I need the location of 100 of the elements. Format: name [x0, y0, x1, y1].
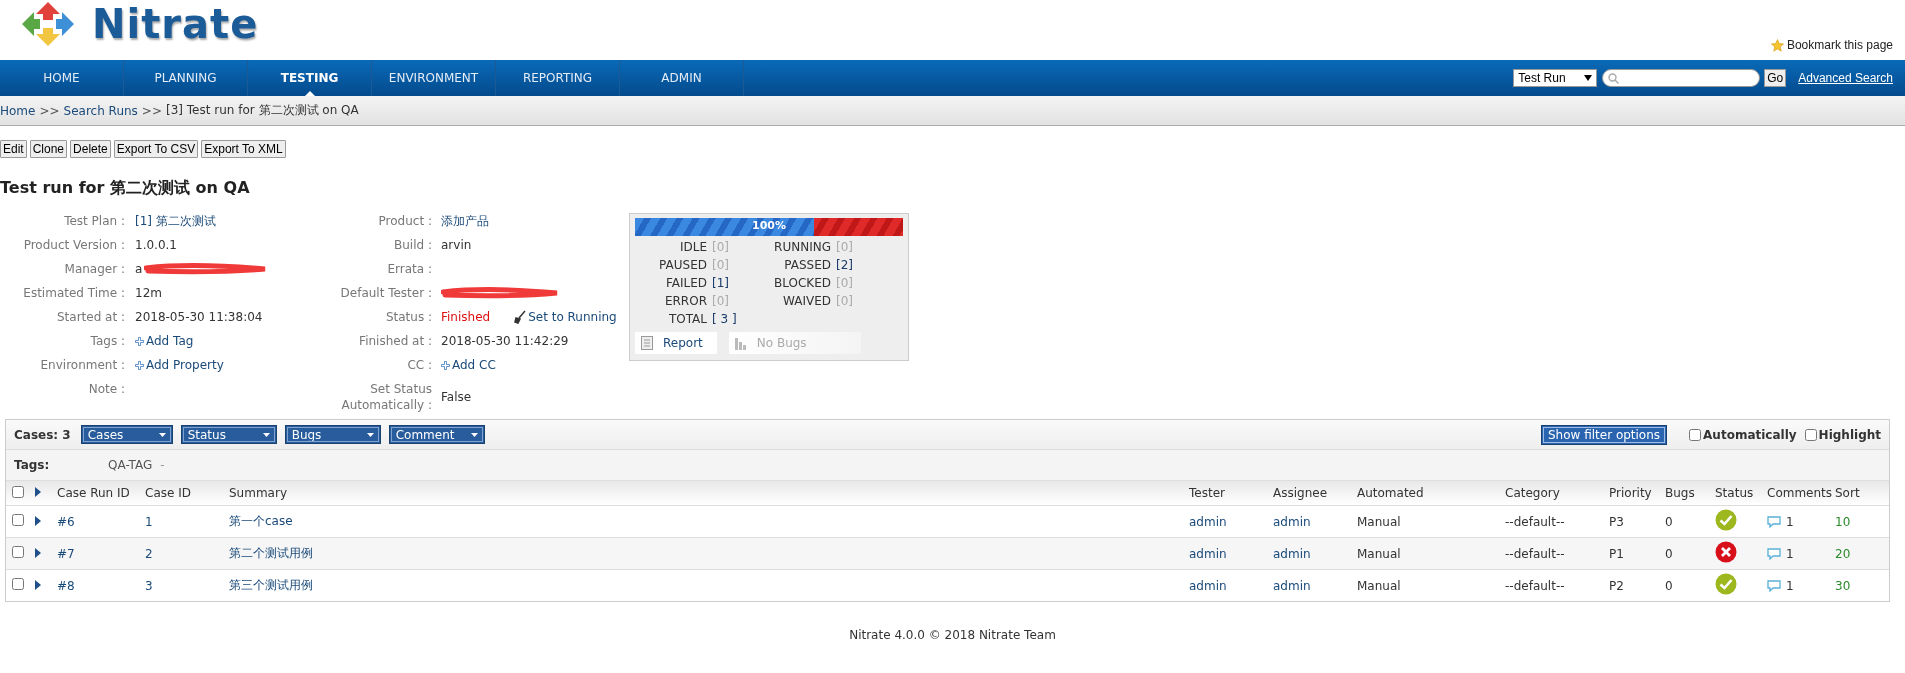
- search-field[interactable]: [1602, 69, 1761, 87]
- go-button[interactable]: Go: [1764, 69, 1787, 87]
- row-checkbox[interactable]: [12, 514, 24, 526]
- table-cell: P2: [1609, 578, 1624, 593]
- set-running-link[interactable]: Set to Running: [514, 307, 617, 327]
- table-cell[interactable]: 1: [145, 514, 153, 529]
- plus-icon: [135, 360, 144, 370]
- add-link[interactable]: Add CC: [441, 355, 496, 375]
- menu-button[interactable]: Cases: [80, 425, 173, 444]
- menu-button[interactable]: Status: [180, 425, 277, 444]
- field-label: Tags :: [89, 333, 125, 350]
- table-cell: --default--: [1505, 546, 1565, 561]
- table-cell[interactable]: admin: [1189, 578, 1227, 593]
- field-label: Product Version :: [22, 237, 125, 254]
- comment-count[interactable]: 1: [1786, 514, 1794, 529]
- report-button[interactable]: Report: [635, 332, 717, 354]
- field-link[interactable]: 添加产品: [441, 211, 489, 231]
- caret-icon: [1584, 75, 1593, 81]
- logo-text: Nitrate: [92, 1, 259, 47]
- column-header[interactable]: Category: [1503, 481, 1607, 506]
- column-header[interactable]: Priority: [1607, 481, 1663, 506]
- status-count-label: FAILED: [664, 276, 707, 290]
- status-count: [0]: [836, 276, 854, 290]
- caret-icon: [366, 432, 374, 437]
- option-checkbox[interactable]: [1804, 428, 1817, 441]
- column-header[interactable]: Bugs: [1663, 481, 1713, 506]
- option-label: Highlight: [1818, 427, 1881, 442]
- field-link[interactable]: [1] 第二次测试: [135, 211, 216, 231]
- column-header[interactable]: Automated: [1355, 481, 1503, 506]
- comment-count[interactable]: 1: [1786, 546, 1794, 561]
- field-value: arvin: [441, 237, 472, 254]
- table-cell[interactable]: admin: [1273, 514, 1311, 529]
- column-header[interactable]: Assignee: [1271, 481, 1355, 506]
- table-cell[interactable]: 3: [145, 578, 153, 593]
- comment-count[interactable]: 1: [1786, 578, 1794, 593]
- column-header[interactable]: Case Run ID: [55, 481, 143, 506]
- star-icon: [1770, 38, 1784, 52]
- field-label: Set Status Automatically :: [340, 381, 432, 414]
- tag: QA-TAG: [108, 458, 153, 472]
- table-cell: --default--: [1505, 514, 1565, 529]
- column-header[interactable]: Summary: [227, 481, 1187, 506]
- table-cell: --default--: [1505, 578, 1565, 593]
- table-cell[interactable]: 第一个case: [229, 514, 293, 528]
- add-link[interactable]: Add Tag: [135, 331, 194, 351]
- breadcrumb-separator: >>: [39, 103, 60, 118]
- table-cell[interactable]: admin: [1273, 578, 1311, 593]
- status-count: [1]: [712, 276, 730, 290]
- field-label: Estimated Time :: [22, 285, 125, 302]
- table-cell[interactable]: #8: [57, 578, 75, 593]
- expand-arrow-icon: [35, 579, 41, 590]
- table-cell: 10: [1835, 514, 1851, 529]
- action-button[interactable]: Export To XML: [201, 140, 286, 158]
- table-cell[interactable]: 2: [145, 546, 153, 561]
- column-header[interactable]: Tester: [1187, 481, 1271, 506]
- table-cell[interactable]: admin: [1189, 514, 1227, 529]
- action-button[interactable]: Delete: [70, 140, 111, 158]
- column-header[interactable]: Status: [1713, 481, 1765, 506]
- case-count: Cases: 3: [14, 427, 71, 442]
- action-button[interactable]: Export To CSV: [113, 140, 199, 158]
- plus-icon: [441, 360, 450, 370]
- menu-button[interactable]: Comment: [388, 425, 485, 444]
- status-count-label: PAUSED: [658, 258, 707, 272]
- add-link[interactable]: Add Property: [135, 355, 224, 375]
- menu-button[interactable]: Bugs: [284, 425, 381, 444]
- breadcrumb-link[interactable]: Home: [0, 103, 36, 118]
- search-type-select[interactable]: Test Run: [1513, 69, 1598, 87]
- select-all-checkbox[interactable]: [12, 485, 24, 498]
- field-value: 2018-05-30 11:38:04: [135, 309, 263, 326]
- status-count: [0]: [836, 240, 854, 254]
- table-cell[interactable]: #6: [57, 514, 75, 529]
- shovel-icon: [514, 310, 527, 324]
- field-label: Errata :: [386, 261, 432, 278]
- table-cell[interactable]: #7: [57, 546, 75, 561]
- breadcrumb-separator: >>: [141, 103, 162, 118]
- column-header[interactable]: Case ID: [143, 481, 227, 506]
- logo-icon: [20, 0, 76, 48]
- run-title: Test run for 第二次测试 on QA: [0, 178, 251, 199]
- field-label: Manager :: [63, 261, 125, 278]
- field-value: a: [135, 261, 143, 278]
- breadcrumb-link[interactable]: Search Runs: [63, 103, 138, 118]
- table-cell: 20: [1835, 546, 1851, 561]
- option-checkbox[interactable]: [1689, 428, 1702, 441]
- progress-label: 100%: [751, 219, 787, 232]
- row-checkbox[interactable]: [12, 578, 24, 590]
- comment-icon: [1767, 579, 1781, 592]
- table-cell[interactable]: 第三个测试用例: [229, 578, 313, 592]
- status-count: [ 3 ]: [712, 312, 738, 326]
- column-header[interactable]: Sort: [1833, 481, 1889, 506]
- field-label: Default Tester :: [339, 285, 432, 302]
- column-header[interactable]: Comments: [1765, 481, 1833, 506]
- tags-label: Tags:: [14, 458, 51, 472]
- advanced-search-link[interactable]: Advanced Search: [1798, 71, 1893, 85]
- action-button[interactable]: Edit: [0, 140, 27, 158]
- bookmark-link[interactable]: Bookmark this page: [1770, 38, 1893, 52]
- action-button[interactable]: Clone: [29, 140, 68, 158]
- status-count: [2]: [836, 258, 854, 272]
- table-cell: Manual: [1357, 514, 1401, 529]
- row-checkbox[interactable]: [12, 546, 24, 558]
- table-cell[interactable]: 第二个测试用例: [229, 546, 313, 560]
- filter-button[interactable]: Show filter options: [1540, 424, 1668, 445]
